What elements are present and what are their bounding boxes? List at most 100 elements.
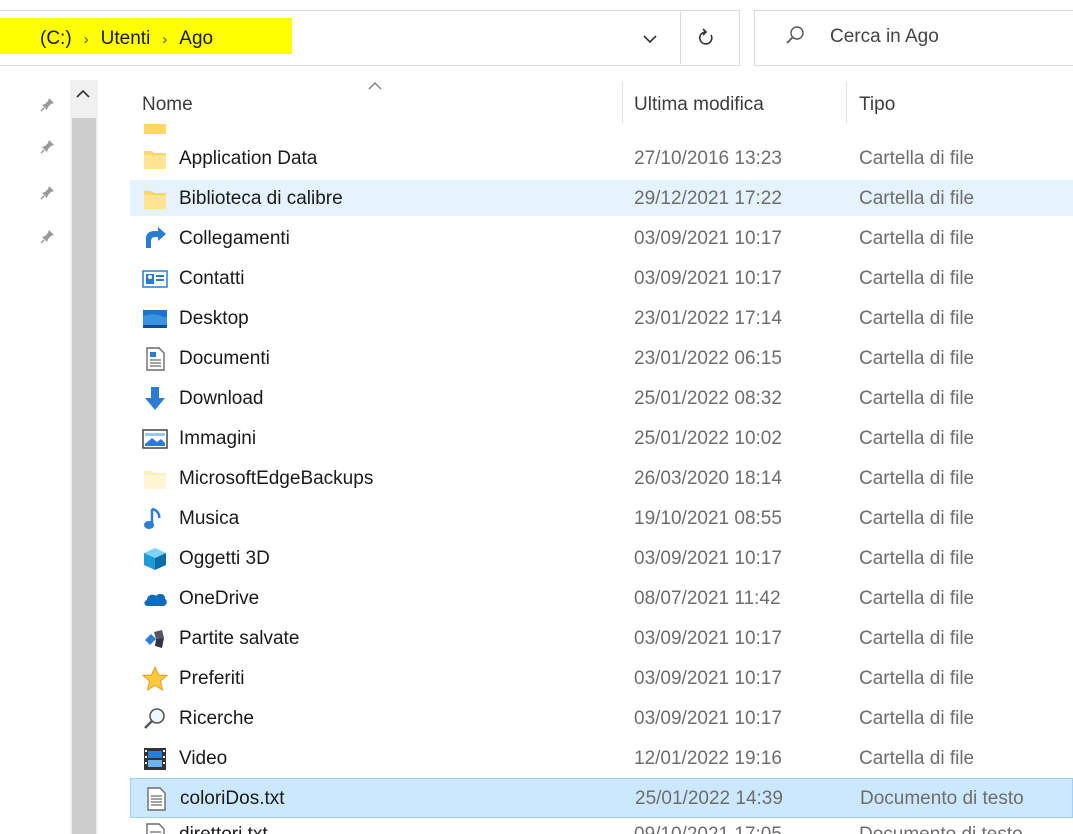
item-name: Ricerche	[179, 708, 254, 729]
desktop-icon	[143, 310, 167, 328]
address-toolbar: (C:) › Utenti › Ago Cerca in Ago	[0, 0, 1073, 80]
list-item[interactable]: Ricerche 03/09/2021 10:17 Cartella di fi…	[130, 700, 1073, 736]
item-name: direttori.txt	[179, 824, 268, 834]
folder-icon	[144, 151, 166, 169]
list-item[interactable]: MicrosoftEdgeBackups 26/03/2020 18:14 Ca…	[130, 460, 1073, 496]
column-header-modified[interactable]: Ultima modifica	[634, 94, 764, 116]
item-modified: 27/10/2016 13:23	[634, 148, 782, 169]
column-header-type[interactable]: Tipo	[859, 94, 895, 116]
nav-scrollbar-thumb[interactable]	[72, 118, 96, 834]
item-type: Cartella di file	[859, 388, 975, 409]
folder-icon	[144, 471, 166, 489]
item-modified: 25/01/2022 08:32	[634, 388, 782, 409]
item-type: Cartella di file	[859, 508, 975, 529]
item-name: coloriDos.txt	[180, 788, 285, 809]
download-arrow-icon	[145, 387, 165, 410]
item-name: Partite salvate	[179, 628, 300, 649]
item-type: Cartella di file	[859, 188, 975, 209]
item-modified: 03/09/2021 10:17	[634, 628, 782, 649]
item-modified: 29/12/2021 17:22	[634, 188, 782, 209]
item-type: Cartella di file	[859, 228, 975, 249]
scroll-up-icon[interactable]	[76, 86, 90, 102]
list-item-selected[interactable]: coloriDos.txt 25/01/2022 14:39 Documento…	[130, 778, 1073, 818]
item-modified: 12/01/2022 19:16	[634, 748, 782, 769]
saved-games-icon	[145, 630, 164, 648]
item-type: Cartella di file	[859, 588, 975, 609]
item-name: Documenti	[179, 348, 270, 369]
item-name: Application Data	[179, 148, 318, 169]
breadcrumb-item-utenti[interactable]: Utenti	[101, 28, 151, 50]
list-item[interactable]: Immagini 25/01/2022 10:02 Cartella di fi…	[130, 420, 1073, 456]
item-modified: 09/10/2021 17:05	[634, 824, 782, 834]
item-modified: 26/03/2020 18:14	[634, 468, 782, 489]
link-arrow-icon	[146, 227, 166, 248]
item-name: Musica	[179, 508, 240, 529]
folder-icon	[144, 124, 166, 134]
cloud-icon	[144, 593, 167, 606]
list-item[interactable]: direttori.txt 09/10/2021 17:05 Documento…	[130, 820, 1073, 834]
item-name: Preferiti	[179, 668, 245, 689]
item-modified: 25/01/2022 10:02	[634, 428, 782, 449]
document-icon	[146, 347, 165, 371]
item-name: OneDrive	[179, 588, 260, 609]
item-type: Documento di testo	[859, 824, 1023, 834]
breadcrumb-item-ago[interactable]: Ago	[179, 28, 213, 50]
folder-icon	[144, 191, 166, 209]
list-item[interactable]: Download 25/01/2022 08:32 Cartella di fi…	[130, 380, 1073, 416]
chevron-right-icon[interactable]: ›	[162, 31, 167, 48]
item-type: Documento di testo	[860, 788, 1024, 809]
breadcrumb: (C:) › Utenti › Ago	[40, 24, 213, 54]
navigation-pane	[0, 80, 130, 834]
star-icon	[142, 666, 168, 692]
breadcrumb-item-drive[interactable]: (C:)	[40, 28, 72, 50]
item-modified: 23/01/2022 06:15	[634, 348, 782, 369]
item-modified: 03/09/2021 10:17	[634, 228, 782, 249]
chevron-down-icon[interactable]	[630, 24, 670, 54]
list-item[interactable]: Preferiti 03/09/2021 10:17 Cartella di f…	[130, 660, 1073, 696]
search-icon	[144, 708, 165, 729]
item-modified: 03/09/2021 10:17	[634, 548, 782, 569]
pin-icon[interactable]	[40, 96, 58, 114]
contact-card-icon	[142, 270, 168, 288]
item-modified: 19/10/2021 08:55	[634, 508, 782, 529]
list-item-partial[interactable]	[130, 116, 1073, 134]
item-name: Video	[179, 748, 228, 769]
chevron-right-icon[interactable]: ›	[84, 31, 89, 48]
list-item[interactable]: Application Data 27/10/2016 13:23 Cartel…	[130, 140, 1073, 176]
list-item[interactable]: Partite salvate 03/09/2021 10:17 Cartell…	[130, 620, 1073, 656]
list-item[interactable]: Musica 19/10/2021 08:55 Cartella di file	[130, 500, 1073, 536]
item-name: Download	[179, 388, 264, 409]
item-name: Contatti	[179, 268, 245, 289]
pin-icon[interactable]	[40, 184, 58, 202]
item-name: Biblioteca di calibre	[179, 188, 343, 209]
item-type: Cartella di file	[859, 148, 975, 169]
search-placeholder[interactable]: Cerca in Ago	[830, 26, 939, 48]
list-item[interactable]: Collegamenti 03/09/2021 10:17 Cartella d…	[130, 220, 1073, 256]
list-item[interactable]: Contatti 03/09/2021 10:17 Cartella di fi…	[130, 260, 1073, 296]
list-item[interactable]: Documenti 23/01/2022 06:15 Cartella di f…	[130, 340, 1073, 376]
item-type: Cartella di file	[859, 348, 975, 369]
item-modified: 23/01/2022 17:14	[634, 308, 782, 329]
music-note-icon	[144, 507, 161, 529]
column-header-name[interactable]: Nome	[142, 94, 193, 116]
item-type: Cartella di file	[859, 628, 975, 649]
item-name: Collegamenti	[179, 228, 290, 249]
list-item[interactable]: OneDrive 08/07/2021 11:42 Cartella di fi…	[130, 580, 1073, 616]
list-item[interactable]: Video 12/01/2022 19:16 Cartella di file	[130, 740, 1073, 776]
search-icon	[784, 24, 808, 52]
item-modified: 25/01/2022 14:39	[635, 788, 783, 809]
pin-icon[interactable]	[40, 228, 58, 246]
film-icon	[144, 748, 166, 770]
pin-icon[interactable]	[40, 138, 58, 156]
item-type: Cartella di file	[859, 308, 975, 329]
item-modified: 03/09/2021 10:17	[634, 708, 782, 729]
item-name: Oggetti 3D	[179, 548, 270, 569]
item-modified: 03/09/2021 10:17	[634, 268, 782, 289]
item-type: Cartella di file	[859, 668, 975, 689]
list-item[interactable]: Biblioteca di calibre 29/12/2021 17:22 C…	[130, 180, 1073, 216]
list-item[interactable]: Oggetti 3D 03/09/2021 10:17 Cartella di …	[130, 540, 1073, 576]
refresh-icon[interactable]	[680, 12, 731, 64]
item-modified: 08/07/2021 11:42	[634, 588, 781, 609]
list-item[interactable]: Desktop 23/01/2022 17:14 Cartella di fil…	[130, 300, 1073, 336]
item-type: Cartella di file	[859, 428, 975, 449]
